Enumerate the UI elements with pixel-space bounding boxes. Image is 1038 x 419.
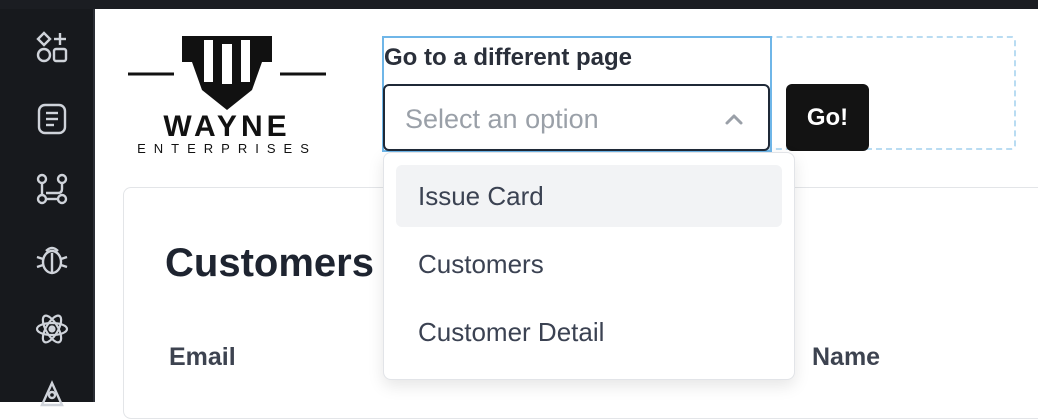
react-atom-icon[interactable]: [34, 311, 70, 347]
page-select-label: Go to a different page: [384, 44, 633, 71]
column-header-email[interactable]: Email: [169, 343, 236, 372]
shapes-icon[interactable]: [34, 29, 70, 65]
page-title: Customers: [165, 241, 374, 285]
wayne-enterprises-logo: WAYNE ENTERPRISES: [122, 34, 332, 156]
option-issue-card[interactable]: Issue Card: [396, 165, 782, 227]
main-content: WAYNE ENTERPRISES Go to a different page…: [95, 9, 1038, 419]
bug-icon[interactable]: [34, 241, 70, 277]
page-select[interactable]: Select an option: [383, 84, 770, 151]
top-bar: [0, 0, 1038, 9]
logo-word: WAYNE: [163, 110, 291, 143]
page-select-placeholder: Select an option: [405, 104, 599, 134]
rocket-icon[interactable]: [34, 377, 70, 413]
page-select-dropdown: Issue Card Customers Customer Detail: [383, 152, 795, 380]
go-button[interactable]: Go!: [786, 84, 869, 151]
document-icon[interactable]: [34, 101, 70, 137]
chevron-up-icon: [722, 107, 746, 131]
git-branch-icon[interactable]: [34, 171, 70, 207]
sidebar: [0, 9, 95, 407]
option-customer-detail[interactable]: Customer Detail: [396, 301, 782, 363]
column-header-name[interactable]: Name: [812, 343, 880, 372]
option-customers[interactable]: Customers: [396, 233, 782, 295]
logo-subtitle: ENTERPRISES: [137, 141, 317, 156]
